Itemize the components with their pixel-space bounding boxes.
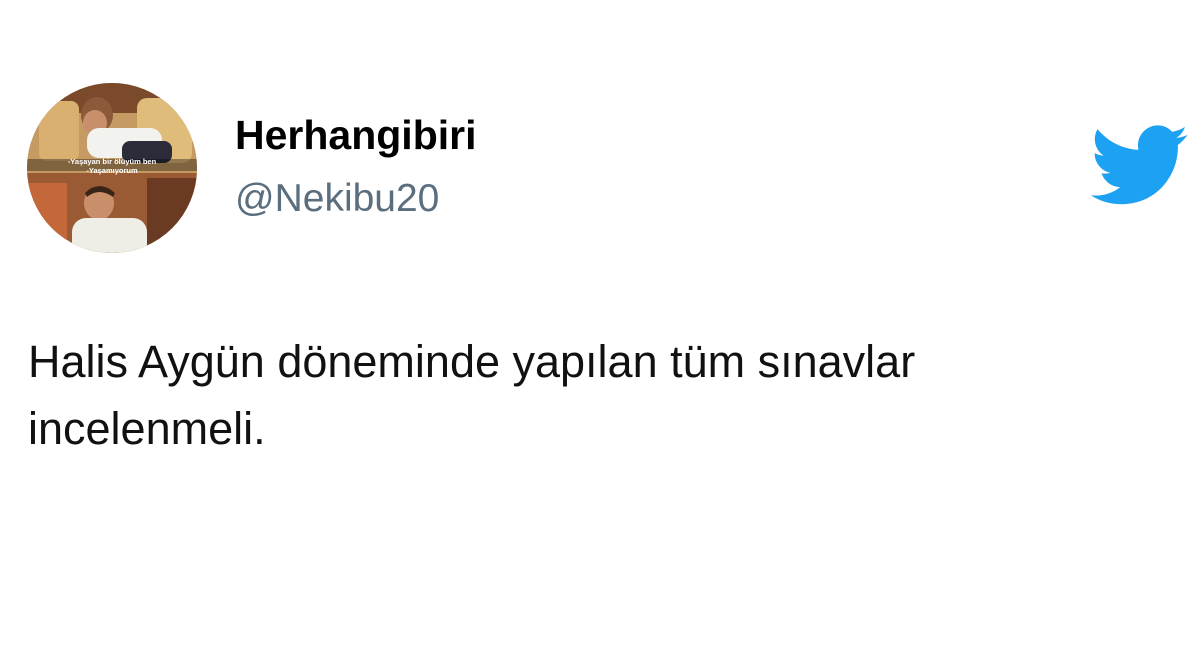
display-name[interactable]: Herhangibiri xyxy=(235,112,476,159)
avatar-caption-1: -Yaşayan bir ölüyüm ben xyxy=(68,157,157,166)
avatar-caption-2: -Yaşamıyorum xyxy=(86,166,138,175)
tweet-text-line: incelenmeli. xyxy=(28,403,266,454)
avatar[interactable]: -Yaşayan bir ölüyüm ben -Yaşamıyorum xyxy=(27,83,197,253)
tweet-text-line: Halis Aygün döneminde yapılan tüm sınavl… xyxy=(28,336,916,387)
tweet-text: Halis Aygün döneminde yapılan tüm sınavl… xyxy=(28,328,1168,462)
user-handle[interactable]: @Nekibu20 xyxy=(235,177,439,221)
twitter-bird-icon xyxy=(1090,125,1188,205)
tweet-card: -Yaşayan bir ölüyüm ben -Yaşamıyorum Her… xyxy=(0,0,1200,657)
avatar-image: -Yaşayan bir ölüyüm ben -Yaşamıyorum xyxy=(27,83,197,253)
